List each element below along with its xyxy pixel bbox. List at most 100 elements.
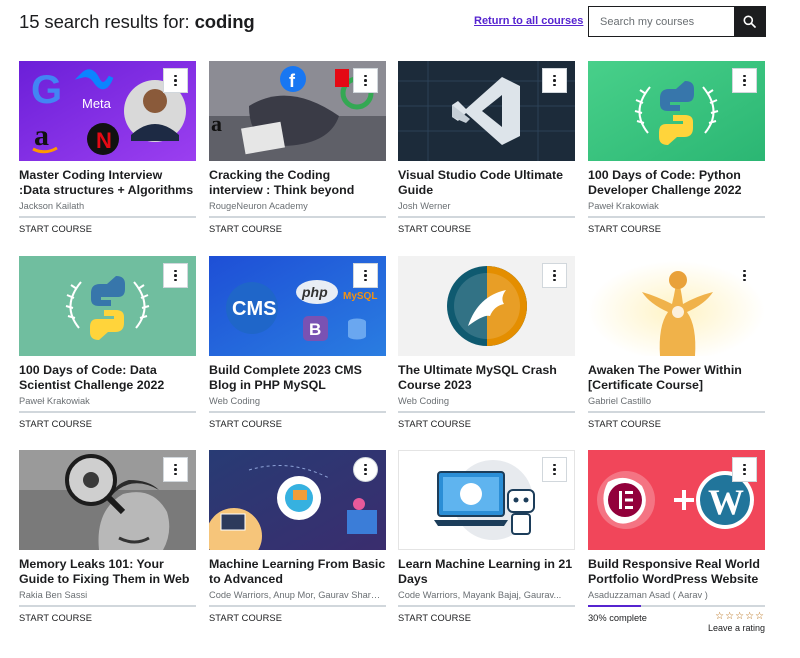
course-title[interactable]: Master Coding Interview :Data structures… <box>19 168 196 198</box>
start-course-link[interactable]: START COURSE <box>19 419 196 429</box>
course-instructor: Josh Werner <box>398 201 451 211</box>
svg-text:W: W <box>708 482 744 522</box>
results-prefix: 15 search results for: <box>19 11 195 32</box>
course-thumbnail[interactable] <box>209 450 386 550</box>
course-thumbnail[interactable]: G Meta a N <box>19 61 196 161</box>
course-instructor: Rakia Ben Sassi <box>19 590 88 600</box>
course-thumbnail[interactable] <box>588 256 765 356</box>
more-vert-icon <box>743 463 746 476</box>
course-card[interactable]: Visual Studio Code Ultimate Guide Josh W… <box>398 61 575 234</box>
start-course-link[interactable]: START COURSE <box>588 224 765 234</box>
more-vert-icon <box>364 74 367 87</box>
course-title[interactable]: Learn Machine Learning in 21 Days <box>398 557 575 587</box>
search-button[interactable] <box>734 7 765 36</box>
course-options-button[interactable] <box>732 457 757 482</box>
course-options-button[interactable] <box>732 263 757 288</box>
course-title[interactable]: Awaken The Power Within [Certificate Cou… <box>588 363 765 393</box>
course-instructor: Asaduzzaman Asad ( Aarav ) <box>588 590 708 600</box>
start-course-link[interactable]: START COURSE <box>398 613 575 623</box>
course-thumbnail[interactable] <box>19 450 196 550</box>
course-title[interactable]: The Ultimate MySQL Crash Course 2023 <box>398 363 575 393</box>
course-options-button[interactable] <box>163 263 188 288</box>
start-course-link[interactable]: START COURSE <box>398 224 575 234</box>
course-title[interactable]: Build Responsive Real World Portfolio Wo… <box>588 557 765 587</box>
course-card[interactable]: CMS php MySQL B Build Complete 2023 CMS … <box>209 256 386 429</box>
course-card[interactable]: Machine Learning From Basic to Advanced … <box>209 450 386 623</box>
course-instructor: Web Coding <box>209 396 260 406</box>
course-thumbnail[interactable] <box>398 61 575 161</box>
course-title[interactable]: Machine Learning From Basic to Advanced <box>209 557 386 587</box>
start-course-link[interactable]: START COURSE <box>588 419 765 429</box>
bootstrap-logo-text: B <box>309 320 321 339</box>
course-card[interactable]: Memory Leaks 101: Your Guide to Fixing T… <box>19 450 196 623</box>
course-thumbnail[interactable]: W <box>588 450 765 550</box>
course-title[interactable]: 100 Days of Code: Data Scientist Challen… <box>19 363 196 393</box>
course-card[interactable]: f a Cracking the Coding interview : Thin… <box>209 61 386 234</box>
course-card[interactable]: The Ultimate MySQL Crash Course 2023 Web… <box>398 256 575 429</box>
course-thumbnail[interactable] <box>398 256 575 356</box>
progress-track <box>19 411 196 413</box>
course-options-button[interactable] <box>353 263 378 288</box>
course-thumbnail[interactable]: f a <box>209 61 386 161</box>
progress-text: 30% complete <box>588 613 647 623</box>
svg-text:f: f <box>289 71 296 91</box>
course-instructor: Code Warriors, Anup Mor, Gaurav Sharm... <box>209 590 386 600</box>
progress-track <box>209 216 386 218</box>
course-instructor: Code Warriors, Mayank Bajaj, Gaurav... <box>398 590 562 600</box>
course-title[interactable]: Cracking the Coding interview : Think be… <box>209 168 386 198</box>
course-instructor: Gabriel Castillo <box>588 396 652 406</box>
progress-track <box>398 216 575 218</box>
start-course-link[interactable]: START COURSE <box>19 224 196 234</box>
progress-track <box>209 605 386 607</box>
course-progress-bar <box>588 605 765 607</box>
course-card[interactable]: Awaken The Power Within [Certificate Cou… <box>588 256 765 429</box>
svg-text:G: G <box>31 68 62 112</box>
course-thumbnail[interactable] <box>398 450 575 550</box>
progress-track <box>588 216 765 218</box>
more-vert-icon <box>553 269 556 282</box>
star-rating-icon[interactable]: ☆☆☆☆☆ <box>715 611 765 622</box>
start-course-link[interactable]: START COURSE <box>209 613 386 623</box>
course-thumbnail[interactable] <box>19 256 196 356</box>
search-query: coding <box>194 11 255 32</box>
course-card[interactable]: 100 Days of Code: Python Developer Chall… <box>588 61 765 234</box>
course-progress-fill <box>588 605 642 607</box>
course-title[interactable]: Visual Studio Code Ultimate Guide <box>398 168 575 198</box>
progress-track <box>19 605 196 607</box>
course-options-button[interactable] <box>163 68 188 93</box>
return-to-all-courses-link[interactable]: Return to all courses <box>474 15 583 27</box>
course-instructor: Paweł Krakowiak <box>588 201 659 211</box>
course-options-button[interactable] <box>732 68 757 93</box>
search-form <box>588 6 766 37</box>
progress-track <box>398 605 575 607</box>
search-input[interactable] <box>589 7 734 36</box>
start-course-link[interactable]: START COURSE <box>209 224 386 234</box>
start-course-link[interactable]: START COURSE <box>398 419 575 429</box>
course-options-button[interactable] <box>353 457 378 482</box>
results-title: 15 search results for: coding <box>19 11 255 33</box>
more-vert-icon <box>553 463 556 476</box>
course-card[interactable]: 100 Days of Code: Data Scientist Challen… <box>19 256 196 429</box>
course-options-button[interactable] <box>542 457 567 482</box>
course-title[interactable]: Build Complete 2023 CMS Blog in PHP MySQ… <box>209 363 386 393</box>
course-thumbnail[interactable]: CMS php MySQL B <box>209 256 386 356</box>
course-options-button[interactable] <box>163 457 188 482</box>
start-course-link[interactable]: START COURSE <box>19 613 196 623</box>
course-instructor: Web Coding <box>398 396 449 406</box>
leave-rating-link[interactable]: Leave a rating <box>708 623 765 633</box>
course-thumbnail[interactable] <box>588 61 765 161</box>
start-course-link[interactable]: START COURSE <box>209 419 386 429</box>
progress-track <box>209 411 386 413</box>
course-card[interactable]: G Meta a N Master Coding Interview :Data… <box>19 61 196 234</box>
course-options-button[interactable] <box>542 263 567 288</box>
course-title[interactable]: 100 Days of Code: Python Developer Chall… <box>588 168 765 198</box>
more-vert-icon <box>553 74 556 87</box>
more-vert-icon <box>743 74 746 87</box>
course-title[interactable]: Memory Leaks 101: Your Guide to Fixing T… <box>19 557 196 587</box>
meta-logo-text: Meta <box>82 96 112 111</box>
svg-text:a: a <box>211 111 222 136</box>
course-card[interactable]: Learn Machine Learning in 21 Days Code W… <box>398 450 575 623</box>
course-card[interactable]: W Build Responsive Real World Portfolio … <box>588 450 765 637</box>
course-options-button[interactable] <box>353 68 378 93</box>
course-options-button[interactable] <box>542 68 567 93</box>
